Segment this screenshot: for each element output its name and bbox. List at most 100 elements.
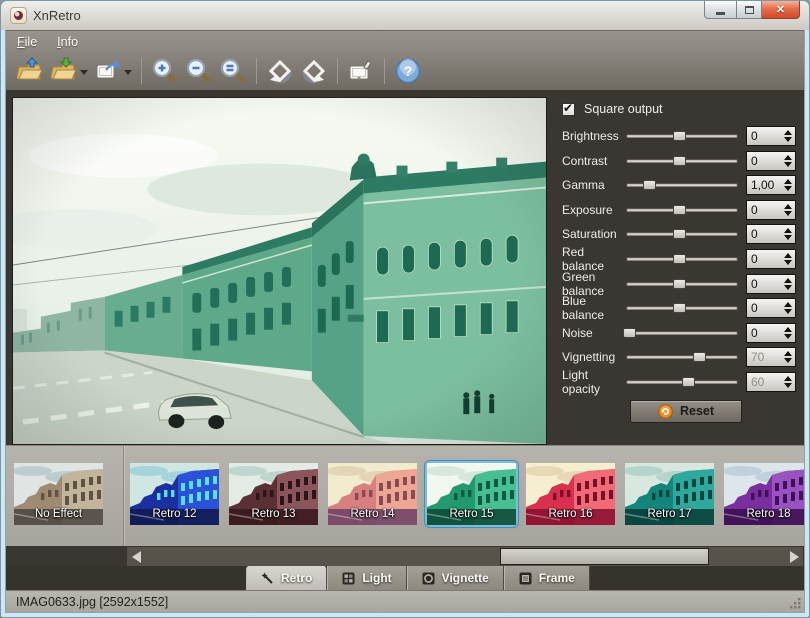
slider-thumb[interactable] <box>673 205 686 215</box>
preset-thumbnail[interactable]: Retro 14 <box>328 463 417 525</box>
slider-thumb[interactable] <box>643 180 656 190</box>
slider-thumb[interactable] <box>673 303 686 313</box>
resize-grip[interactable] <box>790 598 801 609</box>
scroll-left-icon <box>132 551 141 563</box>
slider-track[interactable] <box>626 355 738 359</box>
window-title: XnRetro <box>33 8 81 23</box>
spin-value: 70 <box>747 350 781 364</box>
rotate-right-button[interactable] <box>297 54 331 88</box>
preset-thumbnail[interactable]: Retro 12 <box>130 463 219 525</box>
scrollbar-track[interactable] <box>145 547 785 566</box>
preset-thumbnail[interactable]: Retro 15 <box>427 463 516 525</box>
slider-label: Contrast <box>562 154 626 168</box>
preset-label: Retro 12 <box>130 508 219 520</box>
help-button[interactable]: ? <box>391 54 425 88</box>
slider-row: Gamma 1,00 <box>562 175 796 195</box>
spin-value: 60 <box>747 375 781 389</box>
tab-frame[interactable]: Frame <box>504 566 590 590</box>
tab-label: Frame <box>539 571 575 585</box>
value-spinbox[interactable]: 0 <box>746 200 796 220</box>
value-spinbox[interactable]: 0 <box>746 224 796 244</box>
slider-track[interactable] <box>626 208 738 212</box>
scroll-right-button[interactable] <box>785 547 803 566</box>
toolbar-separator <box>384 58 385 84</box>
spinner-arrows-icon[interactable] <box>781 179 795 191</box>
preset-thumbnail[interactable]: Retro 18 <box>724 463 804 525</box>
export-dropdown-icon[interactable] <box>124 70 132 79</box>
spinner-arrows-icon[interactable] <box>781 130 795 142</box>
slider-track[interactable] <box>626 282 738 286</box>
spinner-arrows-icon[interactable] <box>781 204 795 216</box>
export-button[interactable] <box>91 54 135 88</box>
square-output-label: Square output <box>584 102 663 116</box>
app-icon <box>10 7 27 24</box>
slider-track[interactable] <box>626 183 738 187</box>
slider-thumb[interactable] <box>673 131 686 141</box>
tab-vignette[interactable]: Vignette <box>407 566 504 590</box>
slider-track[interactable] <box>626 380 738 384</box>
menu-info[interactable]: Info <box>57 35 78 49</box>
save-dropdown-icon[interactable] <box>80 70 88 79</box>
adjust-image-button[interactable] <box>344 54 378 88</box>
slider-thumb[interactable] <box>682 377 695 387</box>
slider-track[interactable] <box>626 159 738 163</box>
value-spinbox[interactable]: 70 <box>746 347 796 367</box>
slider-track[interactable] <box>626 134 738 138</box>
value-spinbox[interactable]: 0 <box>746 274 796 294</box>
reset-button[interactable]: Reset <box>630 400 742 423</box>
spinner-arrows-icon[interactable] <box>781 376 795 388</box>
slider-thumb[interactable] <box>673 229 686 239</box>
square-output-checkbox[interactable] <box>562 103 575 116</box>
scroll-left-button[interactable] <box>127 547 145 566</box>
save-file-button[interactable] <box>47 54 91 88</box>
spinner-arrows-icon[interactable] <box>781 327 795 339</box>
tab-retro[interactable]: Retro <box>246 566 327 590</box>
zoom-fit-button[interactable] <box>216 54 250 88</box>
spin-value: 0 <box>747 277 781 291</box>
zoom-out-button[interactable] <box>182 54 216 88</box>
spinner-arrows-icon[interactable] <box>781 253 795 265</box>
slider-thumb[interactable] <box>673 279 686 289</box>
slider-row: Blue balance 0 <box>562 298 796 318</box>
title-bar[interactable]: XnRetro <box>1 1 809 30</box>
spinner-arrows-icon[interactable] <box>781 302 795 314</box>
tab-light[interactable]: Light <box>327 566 406 590</box>
value-spinbox[interactable]: 0 <box>746 298 796 318</box>
adjust-image-icon <box>347 57 375 85</box>
maximize-button[interactable] <box>737 1 762 19</box>
slider-row: Red balance 0 <box>562 249 796 269</box>
slider-track[interactable] <box>626 331 738 335</box>
zoom-in-button[interactable] <box>148 54 182 88</box>
preset-label: No Effect <box>14 508 103 520</box>
slider-thumb[interactable] <box>623 328 636 338</box>
slider-thumb[interactable] <box>673 254 686 264</box>
spinner-arrows-icon[interactable] <box>781 278 795 290</box>
value-spinbox[interactable]: 0 <box>746 249 796 269</box>
spinner-arrows-icon[interactable] <box>781 228 795 240</box>
value-spinbox[interactable]: 60 <box>746 372 796 392</box>
minimize-button[interactable] <box>704 1 737 19</box>
rotate-left-button[interactable] <box>263 54 297 88</box>
slider-track[interactable] <box>626 257 738 261</box>
close-button[interactable]: ✕ <box>762 1 800 19</box>
zoom-out-icon <box>185 57 213 85</box>
menu-file[interactable]: File <box>17 35 37 49</box>
value-spinbox[interactable]: 0 <box>746 323 796 343</box>
open-file-button[interactable] <box>13 54 47 88</box>
preset-thumbnail[interactable]: No Effect <box>14 463 103 525</box>
preset-thumbnail[interactable]: Retro 17 <box>625 463 714 525</box>
value-spinbox[interactable]: 0 <box>746 126 796 146</box>
slider-thumb[interactable] <box>673 156 686 166</box>
slider-track[interactable] <box>626 232 738 236</box>
spinner-arrows-icon[interactable] <box>781 351 795 363</box>
preset-thumbnail[interactable]: Retro 16 <box>526 463 615 525</box>
scrollbar-thumb[interactable] <box>500 548 709 565</box>
preset-thumbnail[interactable]: Retro 13 <box>229 463 318 525</box>
spin-value: 0 <box>747 326 781 340</box>
preview-image[interactable] <box>12 97 547 445</box>
value-spinbox[interactable]: 1,00 <box>746 175 796 195</box>
spinner-arrows-icon[interactable] <box>781 155 795 167</box>
value-spinbox[interactable]: 0 <box>746 151 796 171</box>
slider-track[interactable] <box>626 306 738 310</box>
slider-thumb[interactable] <box>693 352 706 362</box>
